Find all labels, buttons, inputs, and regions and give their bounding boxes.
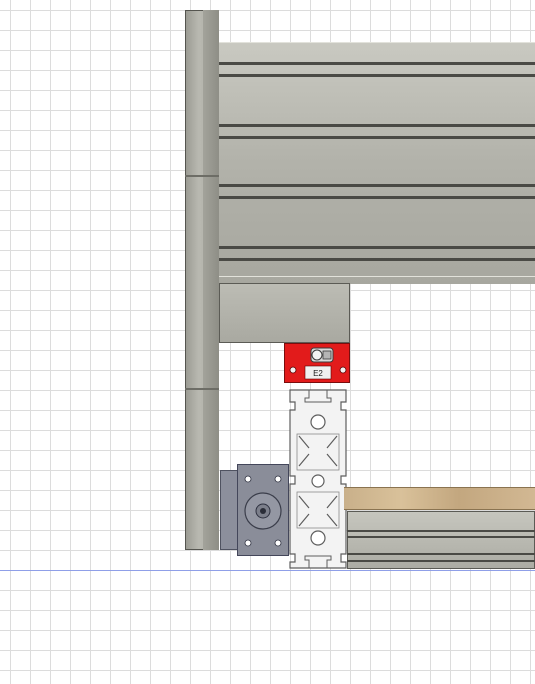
x-axis-line (0, 570, 535, 571)
switch-icon (289, 347, 347, 380)
rail-groove (219, 184, 535, 187)
column-seam (185, 388, 219, 390)
lower-rail-groove (347, 553, 535, 555)
stepper-motor (237, 464, 289, 556)
t-slot-extrusion (289, 389, 347, 569)
rail-groove (219, 124, 535, 127)
rail-groove (219, 74, 535, 77)
rail-groove (219, 196, 535, 199)
rail-edge (219, 276, 535, 277)
rail-edge (219, 42, 535, 43)
vertical-extrusion-face (203, 10, 219, 550)
wood-panel (344, 487, 535, 510)
rail-groove (219, 246, 535, 249)
lower-rail-groove (347, 560, 535, 562)
switch-label: E2 (313, 369, 323, 378)
lower-rail-groove (347, 536, 535, 538)
lower-rail-groove (347, 530, 535, 532)
carriage-block (219, 283, 350, 343)
limit-switch: E2 (284, 343, 350, 383)
motor-face-icon (244, 475, 282, 547)
column-seam (185, 175, 219, 177)
cad-viewport[interactable]: E2 (0, 0, 535, 684)
rail-groove (219, 258, 535, 261)
rail-groove (219, 62, 535, 65)
rail-groove (219, 136, 535, 139)
motor-mount-plate (220, 470, 238, 550)
